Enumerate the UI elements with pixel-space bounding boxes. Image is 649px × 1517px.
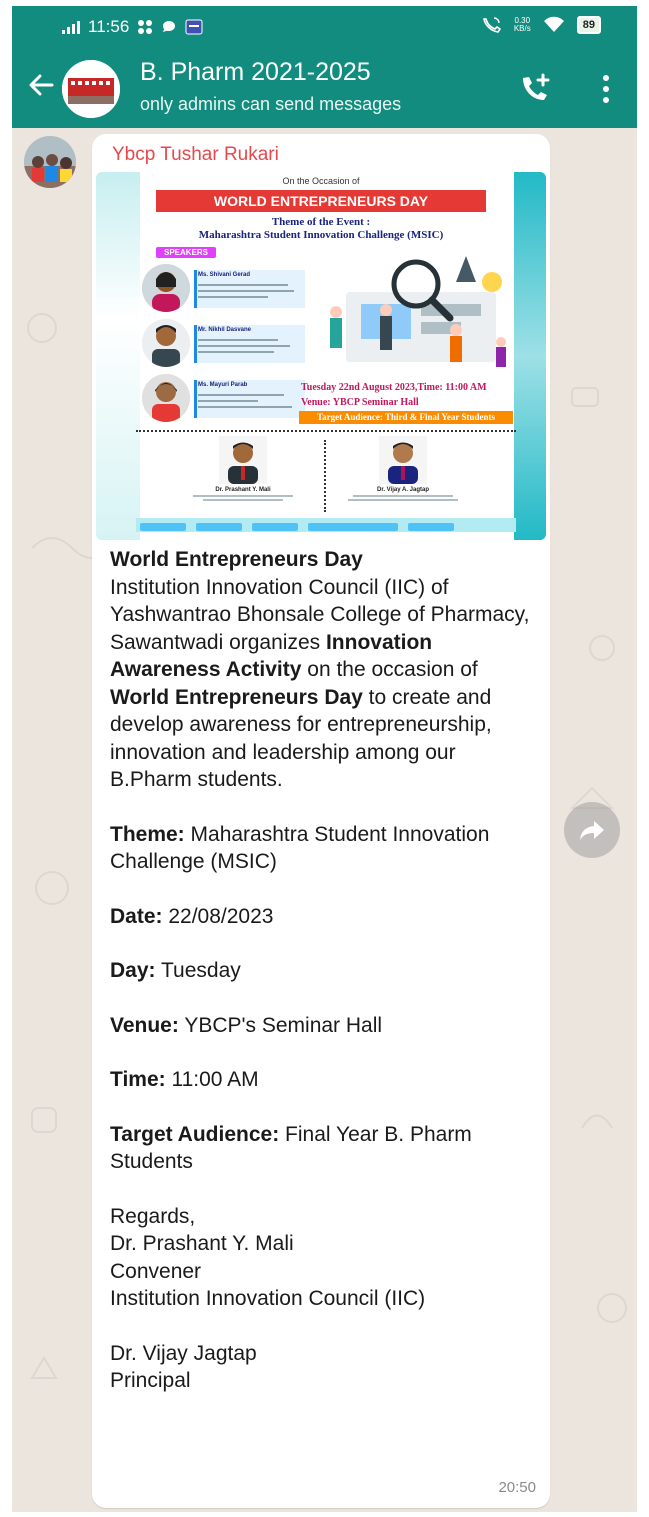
poster-speaker: Ms. Mayuri Parab	[142, 374, 305, 424]
audience-line: Target Audience: Final Year B. Pharm Stu…	[110, 1122, 472, 1174]
signal-icon	[62, 20, 80, 34]
poster-theme-title: Maharashtra Student Innovation Challenge…	[198, 229, 444, 241]
speaker-photo	[142, 264, 190, 312]
message-text[interactable]: World Entrepreneurs Day Institution Inno…	[110, 546, 540, 1395]
poster-divider	[136, 430, 516, 432]
forward-button[interactable]	[564, 802, 620, 858]
sender-avatar[interactable]	[24, 136, 76, 188]
chat-header[interactable]: B. Pharm 2021-2025 only admins can send …	[12, 50, 637, 128]
signature-role: Convener	[110, 1259, 202, 1283]
poster-occasion: On the Occasion of	[282, 176, 360, 186]
principal-name: Dr. Vijay A. Jagtap	[376, 487, 430, 493]
arrow-left-icon[interactable]	[26, 70, 56, 100]
poster-theme-label: Theme of the Event :	[271, 216, 371, 228]
venue-line: Venue: YBCP's Seminar Hall	[110, 1013, 383, 1037]
poster-speaker: Ms. Shivani Gerad	[142, 264, 305, 314]
chat-screen: 11:56 0.30 KB/s 89 B. Pharm 2021-2025 on…	[12, 6, 637, 1512]
date-line: Date: 22/08/2023	[110, 904, 274, 928]
wifi-icon	[543, 16, 564, 32]
speaker-name: Ms. Mayuri Parab	[198, 382, 248, 388]
innovation-illustration	[330, 256, 506, 367]
signature-role: Principal	[110, 1369, 191, 1392]
convener-name: Dr. Prashant Y. Mali	[215, 487, 271, 493]
day-line: Day: Tuesday	[110, 959, 241, 982]
speaker-name: Mr. Nikhil Dasvane	[198, 327, 252, 333]
status-time: 11:56	[88, 17, 130, 36]
hashtag-notification-icon	[138, 20, 153, 34]
group-avatar[interactable]	[62, 60, 120, 118]
poster-convener: Dr. Prashant Y. Mali	[168, 436, 318, 501]
intro-paragraph: Institution Innovation Council (IIC) of …	[110, 575, 530, 792]
forward-arrow-icon	[580, 821, 604, 840]
message-bubble[interactable]: Ybcp Tushar Rukari On the Occasion of WO…	[92, 134, 550, 1508]
theme-line: Theme: Maharashtra Student Innovation Ch…	[110, 822, 490, 874]
poster-social-footer	[136, 518, 516, 532]
chat-bubble-notification-icon	[163, 21, 176, 32]
principal-photo	[379, 436, 427, 484]
message-timestamp: 20:50	[498, 1479, 536, 1496]
poster-speakers-label: SPEAKERS	[156, 247, 217, 258]
signature-name: Dr. Vijay Jagtap	[110, 1341, 257, 1365]
poster-venue-line: Venue: YBCP Seminar Hall	[301, 397, 419, 408]
regards-line: Regards,	[110, 1204, 196, 1228]
volte-call-icon	[482, 17, 501, 33]
group-name[interactable]: B. Pharm 2021-2025	[140, 58, 371, 87]
group-subtitle: only admins can send messages	[140, 94, 402, 114]
intro-title: World Entrepreneurs Day	[110, 548, 363, 571]
battery-icon: 89	[576, 16, 601, 34]
event-poster-image[interactable]: On the Occasion of WORLD ENTREPRENEURS D…	[96, 172, 546, 540]
add-call-icon[interactable]	[517, 72, 553, 106]
speaker-photo	[142, 319, 190, 367]
signature-name: Dr. Prashant Y. Mali	[110, 1232, 294, 1255]
poster-principal: Dr. Vijay A. Jagtap	[328, 436, 478, 501]
speaker-photo	[142, 374, 190, 422]
kebab-menu-icon[interactable]	[602, 74, 610, 104]
app-notification-icon	[185, 19, 203, 35]
time-line: Time: 11:00 AM	[110, 1068, 259, 1091]
poster-target-line: Target Audience: Third & Final Year Stud…	[299, 411, 513, 424]
sender-name[interactable]: Ybcp Tushar Rukari	[112, 144, 279, 166]
poster-speaker: Mr. Nikhil Dasvane	[142, 319, 305, 369]
network-speed: 0.30 KB/s	[513, 16, 531, 33]
poster-banner: WORLD ENTREPRENEURS DAY	[156, 190, 486, 212]
convener-photo	[219, 436, 267, 484]
poster-divider-vertical	[324, 440, 326, 512]
signature-org: Institution Innovation Council (IIC)	[110, 1287, 426, 1310]
status-bar: 11:56 0.30 KB/s 89	[12, 6, 637, 50]
speaker-name: Ms. Shivani Gerad	[198, 272, 251, 278]
poster-date-line: Tuesday 22nd August 2023,Time: 11:00 AM	[301, 382, 487, 393]
